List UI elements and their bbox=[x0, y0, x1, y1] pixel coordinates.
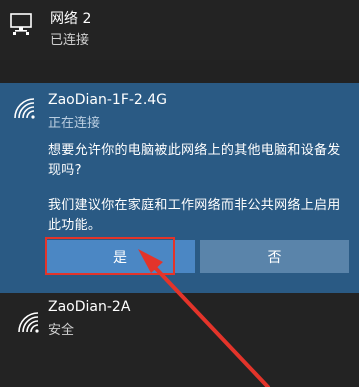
network-name: ZaoDian-2A bbox=[48, 299, 131, 315]
network-item-secured[interactable]: ZaoDian-2A 安全 bbox=[0, 293, 359, 387]
wifi-secured-icon bbox=[16, 312, 40, 338]
yes-button[interactable]: 是 bbox=[45, 240, 195, 273]
discovery-question: 想要允许你的电脑被此网络上的其他电脑和设备发现吗? bbox=[48, 143, 341, 178]
wifi-icon bbox=[12, 98, 36, 124]
network-item-wired[interactable]: 网络 2 已连接 bbox=[0, 0, 359, 60]
network-status: 正在连接 bbox=[48, 116, 101, 131]
network-name: 网络 2 bbox=[50, 11, 92, 27]
ethernet-monitor-icon bbox=[10, 13, 34, 39]
discovery-advice: 我们建议你在家庭和工作网络而非公共网络上启用此功能。 bbox=[48, 198, 341, 233]
network-status: 安全 bbox=[48, 323, 75, 338]
network-status: 已连接 bbox=[50, 33, 90, 48]
no-button[interactable]: 否 bbox=[200, 240, 349, 273]
network-name: ZaoDian-1F-2.4G bbox=[48, 92, 168, 108]
network-item-connecting[interactable]: ZaoDian-1F-2.4G 正在连接 想要允许你的电脑被此网络上的其他电脑和… bbox=[0, 83, 359, 293]
